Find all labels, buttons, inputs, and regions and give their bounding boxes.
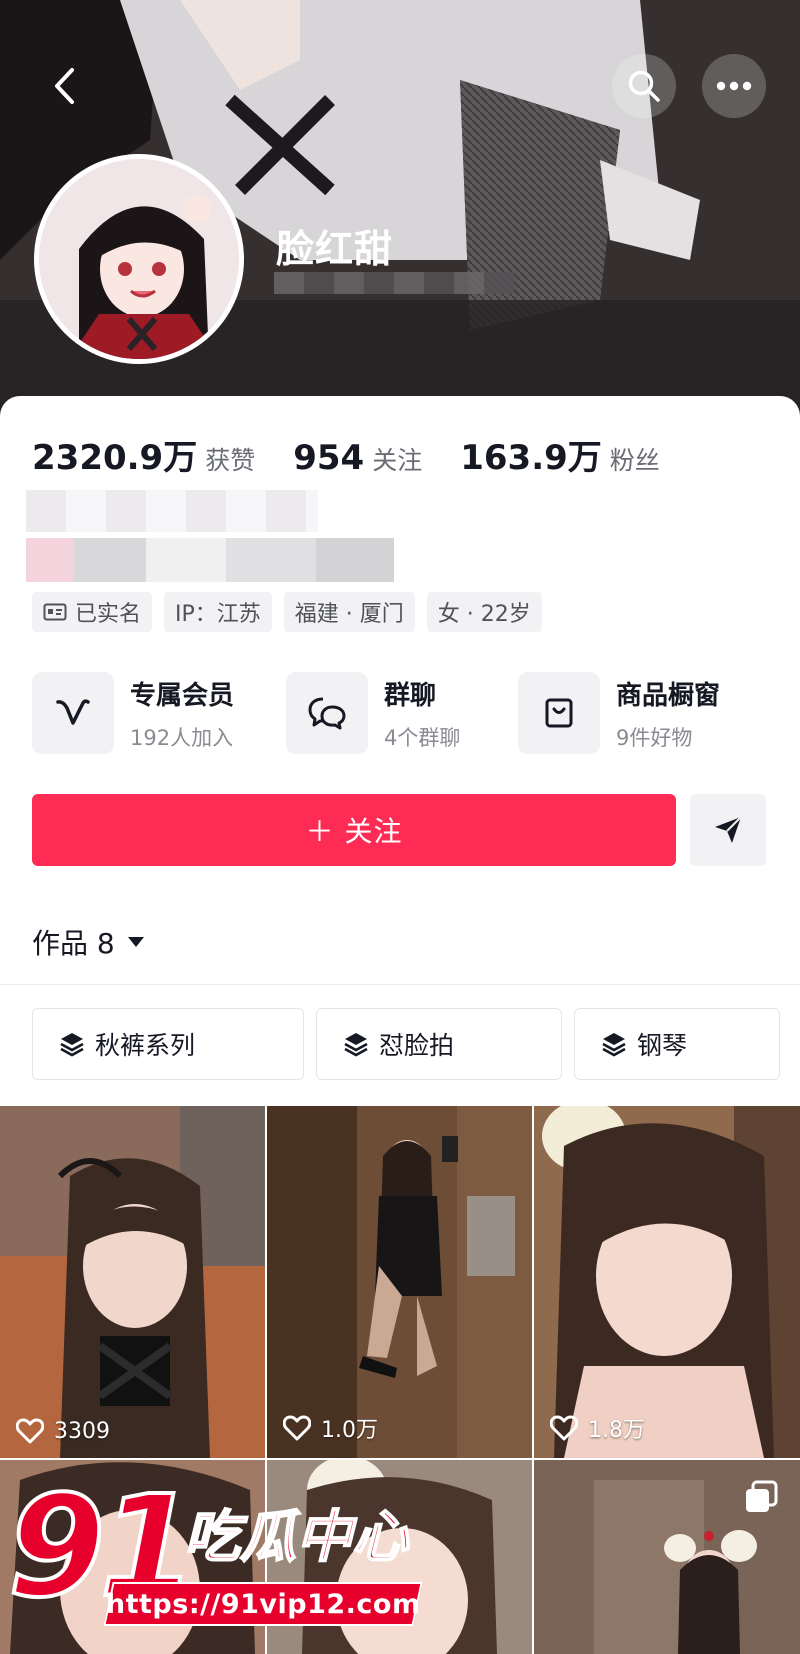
stat-followers[interactable]: 163.9万 粉丝: [460, 430, 660, 479]
tag-text: 女 · 22岁: [437, 602, 531, 627]
feature-icon-box: [286, 672, 369, 754]
like-count-text: 1.0万: [321, 1418, 378, 1443]
feature-subtitle: 9件好物: [615, 725, 693, 750]
stat-value: 163.9万: [460, 438, 602, 478]
layers-icon: [60, 1033, 84, 1057]
stat-likes[interactable]: 2320.9万 获赞: [32, 430, 255, 479]
back-button[interactable]: [32, 54, 96, 118]
tag-gender-age: 女 · 22岁: [426, 592, 542, 632]
watermark-url: https://91vip12.com: [105, 1588, 421, 1620]
avatar[interactable]: [34, 154, 244, 364]
heart-outline-icon: [16, 1418, 44, 1444]
collection-label: 钢琴: [637, 1031, 688, 1060]
follow-button[interactable]: ＋ 关注: [32, 794, 676, 866]
search-button[interactable]: [612, 54, 676, 118]
stat-label: 关注: [372, 446, 423, 475]
search-icon: [628, 70, 660, 102]
feature-entries: 专属会员 192人加入 群聊 4个群聊 商品橱窗 9件好物: [32, 672, 772, 754]
tag-text: 福建 · 厦门: [294, 602, 404, 627]
group-chat-icon: [308, 697, 346, 730]
thumbnail-image: [267, 1106, 532, 1458]
tag-text: IP：江苏: [175, 602, 261, 627]
thumbnail-image: [534, 1106, 800, 1458]
layers-icon: [344, 1033, 368, 1057]
profile-banner: 脸红甜: [0, 0, 800, 420]
thumbnail-image: [0, 1106, 265, 1458]
heart-outline-icon: [283, 1415, 311, 1441]
avatar-image: [39, 159, 239, 359]
profile-tags: 已实名 IP：江苏 福建 · 厦门 女 · 22岁: [32, 592, 554, 632]
feature-title: 专属会员: [130, 680, 235, 711]
tag-verified: 已实名: [32, 592, 153, 632]
multi-image-icon: [746, 1480, 778, 1512]
id-card-icon: [43, 603, 67, 621]
collection-item[interactable]: 钢琴: [574, 1008, 780, 1080]
video-thumbnail[interactable]: 3309: [0, 1106, 265, 1458]
video-thumbnail[interactable]: 1.0万: [267, 1106, 532, 1458]
like-count: 1.0万: [283, 1412, 378, 1444]
divider: [0, 984, 800, 985]
collection-item[interactable]: 秋裤系列: [32, 1008, 304, 1080]
chevron-left-icon: [55, 68, 74, 104]
like-count: 3309: [16, 1418, 110, 1444]
feature-membership[interactable]: 专属会员 192人加入: [32, 672, 286, 754]
account-id-blurred: [274, 272, 514, 294]
feature-icon-box: [517, 672, 600, 754]
heart-outline-icon: [550, 1415, 578, 1441]
tag-text: 已实名: [75, 602, 142, 627]
watermark-url-banner: https://91vip12.com: [103, 1582, 423, 1626]
bio-blurred-line-2: [26, 538, 394, 582]
stats-row: 2320.9万 获赞 954 关注 163.9万 粉丝: [32, 430, 698, 479]
feature-subtitle: 192人加入: [130, 725, 234, 750]
watermark-name: 吃瓜中心: [183, 1504, 409, 1571]
like-count: 1.8万: [550, 1412, 645, 1444]
tab-works-label: 作品 8: [32, 927, 115, 960]
share-button[interactable]: [690, 794, 766, 866]
stat-following[interactable]: 954 关注: [293, 438, 422, 478]
like-count-text: 1.8万: [588, 1418, 645, 1443]
layers-icon: [602, 1033, 626, 1057]
stat-value: 954: [293, 438, 365, 478]
feature-subtitle: 4个群聊: [384, 725, 461, 750]
watermark-logo: 91 吃瓜中心 https://91vip12.com: [6, 1476, 428, 1654]
collection-item[interactable]: 怼脸拍: [316, 1008, 562, 1080]
collection-list: 秋裤系列 怼脸拍 钢琴: [32, 1008, 780, 1080]
tag-ip: IP：江苏: [164, 592, 272, 632]
feature-group-chat[interactable]: 群聊 4个群聊: [286, 672, 518, 754]
send-arrow-icon: [715, 816, 742, 843]
stat-value: 2320.9万: [32, 438, 198, 478]
tab-works[interactable]: 作品 8: [32, 922, 145, 962]
collection-label: 怼脸拍: [379, 1031, 455, 1060]
feature-icon-box: [32, 672, 114, 754]
vip-v-icon: [56, 699, 90, 725]
shop-bag-icon: [545, 698, 573, 728]
like-count-text: 3309: [54, 1418, 110, 1444]
video-thumbnail[interactable]: 1.8万: [534, 1106, 800, 1458]
feature-title: 商品橱窗: [615, 680, 720, 711]
feature-shop-window[interactable]: 商品橱窗 9件好物: [517, 672, 772, 754]
nickname: 脸红甜: [276, 227, 394, 271]
collection-label: 秋裤系列: [95, 1031, 196, 1060]
video-thumbnail[interactable]: [534, 1460, 800, 1654]
stat-label: 获赞: [205, 446, 256, 475]
stat-label: 粉丝: [609, 446, 660, 475]
more-button[interactable]: [702, 54, 766, 118]
tag-location: 福建 · 厦门: [283, 592, 415, 632]
bio-blurred-line-1: [26, 490, 318, 532]
feature-title: 群聊: [384, 680, 437, 711]
more-dots-icon: [716, 81, 752, 91]
caret-down-icon: [127, 937, 144, 947]
